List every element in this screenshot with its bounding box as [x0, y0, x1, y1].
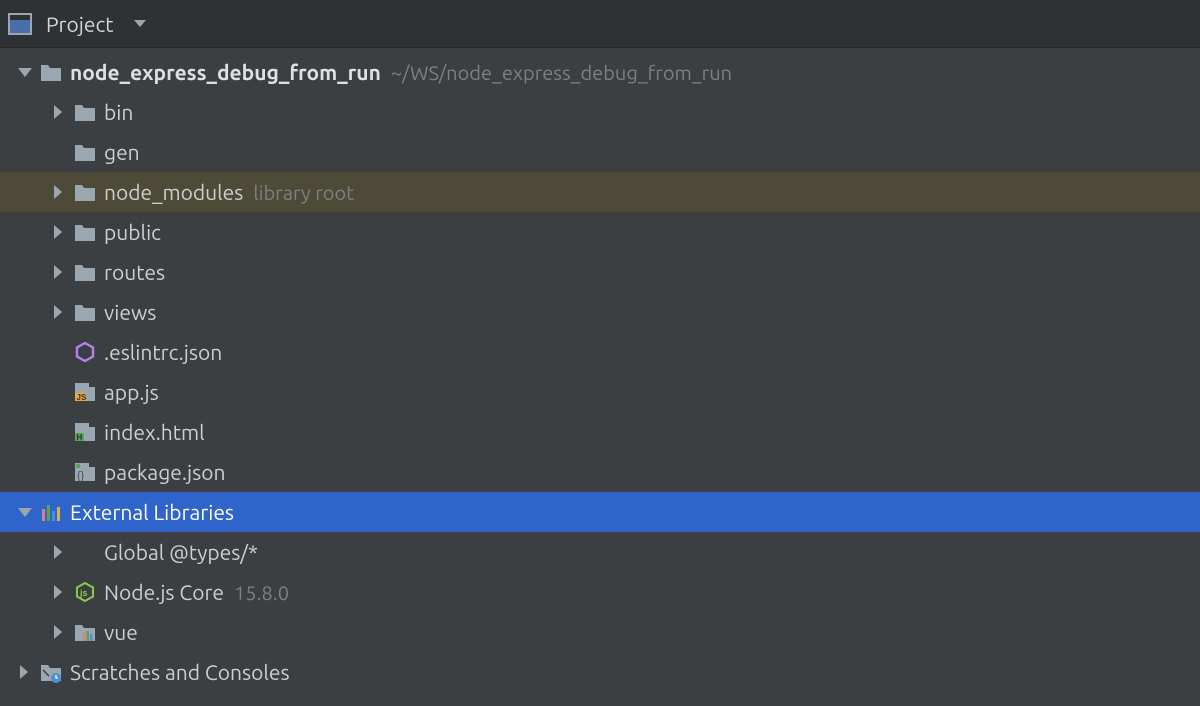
- chevron-right-icon[interactable]: [50, 623, 68, 641]
- tree-row[interactable]: package.json: [0, 452, 1200, 492]
- project-view-icon[interactable]: [8, 13, 32, 35]
- project-root-path: ~/WS/node_express_debug_from_run: [391, 61, 732, 84]
- package-json-icon: [74, 461, 96, 483]
- project-tree: node_express_debug_from_run ~/WS/node_ex…: [0, 48, 1200, 692]
- tree-item-label: Global @types/*: [104, 540, 258, 564]
- chevron-down-icon[interactable]: [16, 503, 34, 521]
- tree-row[interactable]: Node.js Core 15.8.0: [0, 572, 1200, 612]
- folder-icon: [74, 221, 96, 243]
- tree-item-annotation: library root: [253, 181, 354, 204]
- tree-item-label: bin: [104, 100, 133, 124]
- scratches-label: Scratches and Consoles: [70, 660, 290, 684]
- tree-row[interactable]: routes: [0, 252, 1200, 292]
- chevron-right-icon[interactable]: [50, 103, 68, 121]
- project-toolbar: Project: [0, 0, 1200, 48]
- external-libraries-label: External Libraries: [70, 500, 234, 524]
- tree-item-annotation: 15.8.0: [234, 581, 289, 604]
- chevron-right-icon[interactable]: [16, 663, 34, 681]
- chevron-right-icon[interactable]: [50, 543, 68, 561]
- tree-item-label: routes: [104, 260, 165, 284]
- tree-row[interactable]: public: [0, 212, 1200, 252]
- tree-row[interactable]: index.html: [0, 412, 1200, 452]
- scratches-icon: [40, 661, 62, 683]
- tree-row[interactable]: app.js: [0, 372, 1200, 412]
- tree-item-label: .eslintrc.json: [104, 340, 222, 364]
- chevron-down-icon[interactable]: [16, 63, 34, 81]
- project-root-name: node_express_debug_from_run: [70, 60, 381, 84]
- nodejs-icon: [74, 581, 96, 603]
- chevron-right-icon[interactable]: [50, 223, 68, 241]
- tree-item-label: app.js: [104, 380, 159, 404]
- chevron-right-icon[interactable]: [50, 183, 68, 201]
- tree-item-label: package.json: [104, 460, 226, 484]
- tree-item-label: vue: [104, 620, 138, 644]
- folder-icon: [74, 101, 96, 123]
- html-file-icon: [74, 421, 96, 443]
- js-file-icon: [74, 381, 96, 403]
- tree-row[interactable]: .eslintrc.json: [0, 332, 1200, 372]
- tree-row-scratches[interactable]: Scratches and Consoles: [0, 652, 1200, 692]
- eslint-icon: [74, 341, 96, 363]
- project-view-title[interactable]: Project: [46, 12, 114, 36]
- tree-item-label: views: [104, 300, 156, 324]
- libraries-icon: [40, 501, 62, 523]
- tree-row[interactable]: views: [0, 292, 1200, 332]
- chevron-right-icon[interactable]: [50, 583, 68, 601]
- tree-row[interactable]: vue: [0, 612, 1200, 652]
- tree-row[interactable]: node_modules library root: [0, 172, 1200, 212]
- chevron-right-icon[interactable]: [50, 263, 68, 281]
- tree-row-external-libraries[interactable]: External Libraries: [0, 492, 1200, 532]
- tree-item-label: public: [104, 220, 161, 244]
- tree-item-label: gen: [104, 140, 140, 164]
- blank-icon: [74, 541, 96, 563]
- tree-row[interactable]: bin: [0, 92, 1200, 132]
- tree-row[interactable]: Global @types/*: [0, 532, 1200, 572]
- tree-item-label: Node.js Core: [104, 580, 224, 604]
- library-folder-icon: [74, 621, 96, 643]
- tree-row[interactable]: gen: [0, 132, 1200, 172]
- folder-icon: [74, 181, 96, 203]
- project-view-switcher-icon[interactable]: [134, 20, 146, 27]
- folder-icon: [40, 61, 62, 83]
- tree-item-label: index.html: [104, 420, 205, 444]
- tree-row-project-root[interactable]: node_express_debug_from_run ~/WS/node_ex…: [0, 52, 1200, 92]
- folder-icon: [74, 141, 96, 163]
- chevron-right-icon[interactable]: [50, 303, 68, 321]
- tree-item-label: node_modules: [104, 180, 243, 204]
- folder-icon: [74, 261, 96, 283]
- folder-icon: [74, 301, 96, 323]
